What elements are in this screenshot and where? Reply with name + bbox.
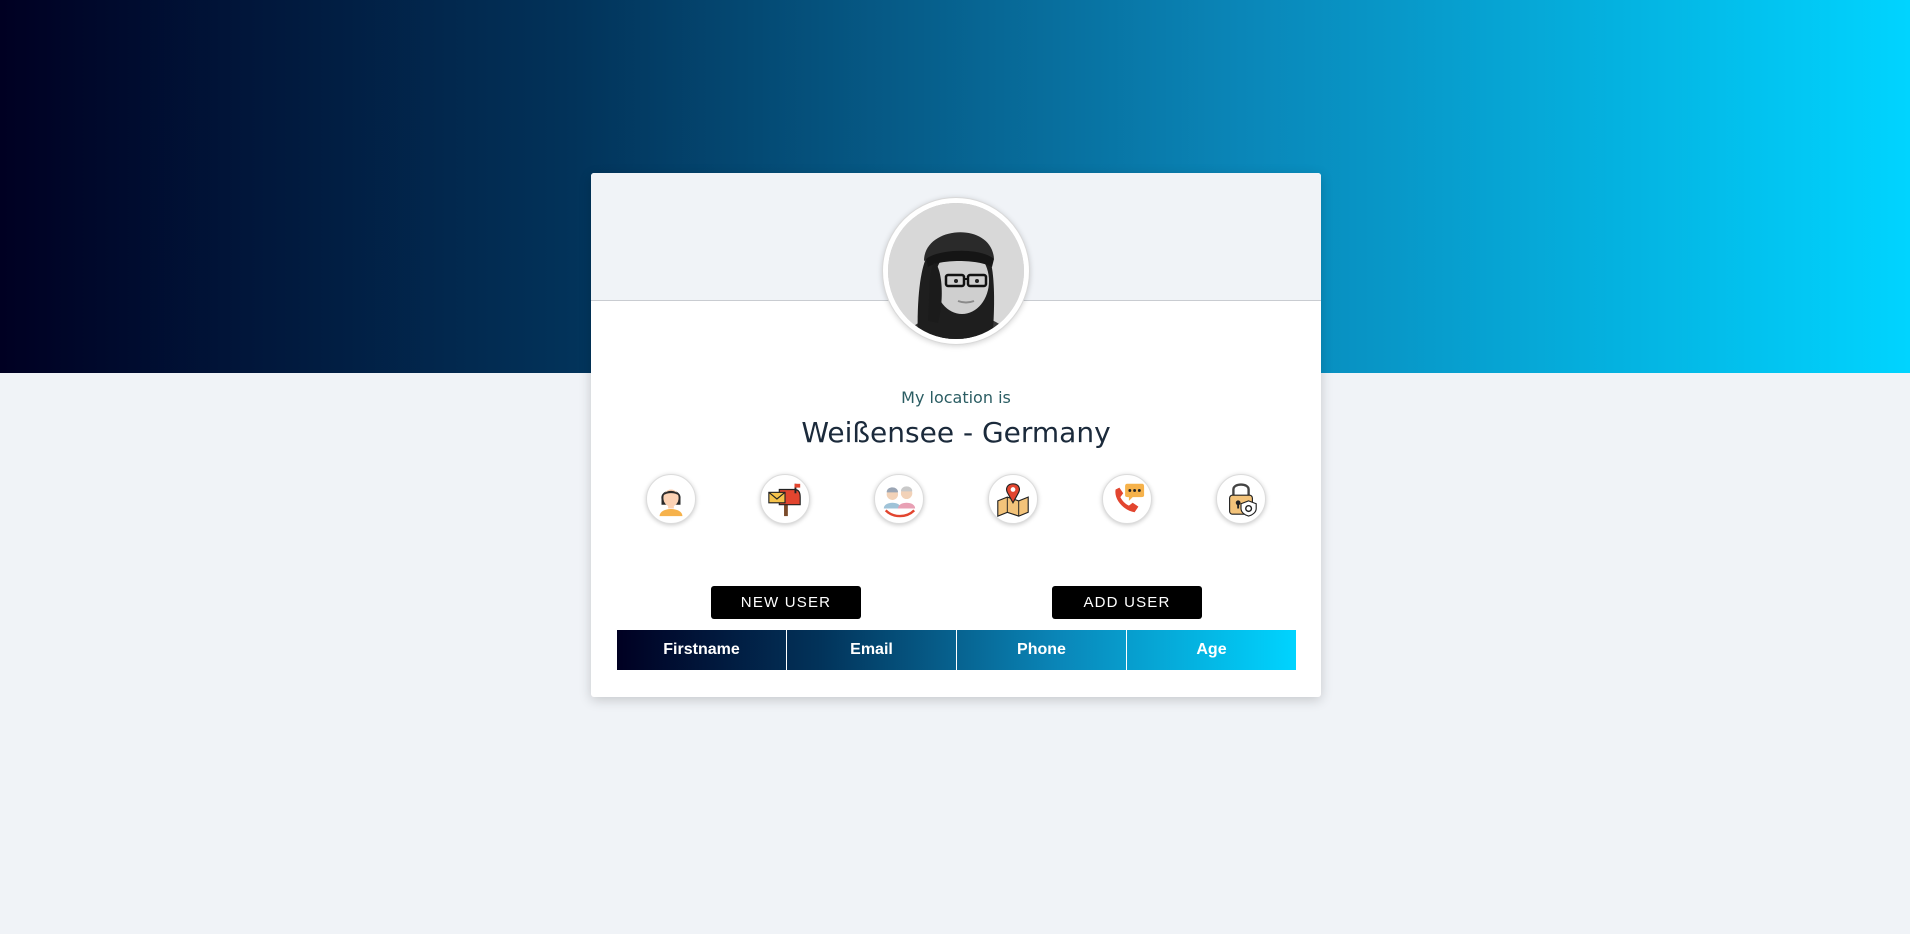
add-user-button[interactable]: ADD USER: [1052, 586, 1202, 619]
column-header-phone[interactable]: Phone: [957, 630, 1127, 670]
age-icon: [883, 486, 916, 518]
info-icon-bar: [646, 474, 1276, 524]
map-icon: [997, 483, 1029, 517]
avatar: [882, 197, 1030, 345]
avatar-portrait-icon: [888, 203, 1024, 339]
info-label: My location is: [901, 388, 1011, 407]
column-header-email[interactable]: Email: [787, 630, 957, 670]
avatar-photo: [888, 203, 1024, 339]
map-icon-button[interactable]: [988, 474, 1038, 524]
column-header-age[interactable]: Age: [1127, 630, 1296, 670]
phone-icon-button[interactable]: [1102, 474, 1152, 524]
mailbox-icon: [768, 483, 801, 517]
users-table-header: Firstname Email Phone Age: [617, 630, 1296, 670]
password-lock-icon: [1229, 483, 1257, 517]
info-value: Weißensee - Germany: [801, 416, 1111, 449]
new-user-button[interactable]: NEW USER: [711, 586, 861, 619]
password-lock-icon-button[interactable]: [1216, 474, 1266, 524]
age-icon-button[interactable]: [874, 474, 924, 524]
profile-card: My location is Weißensee - Germany NEW U…: [591, 173, 1321, 697]
column-header-firstname[interactable]: Firstname: [617, 630, 787, 670]
mailbox-icon-button[interactable]: [760, 474, 810, 524]
phone-icon: [1115, 483, 1145, 513]
user-icon-button[interactable]: [646, 474, 696, 524]
user-icon: [659, 489, 683, 517]
